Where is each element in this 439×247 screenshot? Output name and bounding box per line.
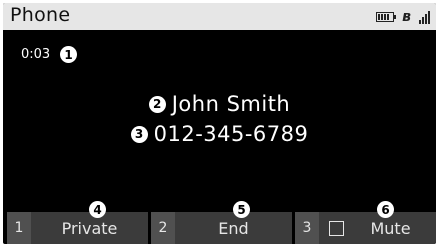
softkey-bar: 1 Private 2 End 3 Mute xyxy=(3,212,436,244)
private-button[interactable]: 1 Private xyxy=(7,212,148,244)
mute-label: Mute xyxy=(370,218,411,238)
bluetooth-icon: ʙ xyxy=(402,9,411,25)
signal-icon xyxy=(419,10,430,24)
callout-4: 4 xyxy=(89,201,106,218)
callout-2: 2 xyxy=(148,95,166,113)
caller-name: John Smith xyxy=(171,92,291,116)
end-label: End xyxy=(218,218,249,238)
callout-5: 5 xyxy=(233,201,250,218)
softkey-number: 2 xyxy=(151,212,175,244)
mute-button[interactable]: 3 Mute xyxy=(295,212,436,244)
header-bar: Phone ʙ xyxy=(3,3,436,30)
callout-3: 3 xyxy=(130,125,148,143)
battery-icon xyxy=(376,12,397,22)
call-duration: 0:03 xyxy=(21,47,51,62)
softkey-number: 1 xyxy=(7,212,31,244)
page-title: Phone xyxy=(10,4,71,26)
mute-checkbox[interactable] xyxy=(329,221,344,236)
softkey-number: 3 xyxy=(295,212,319,244)
callout-6: 6 xyxy=(377,201,394,218)
caller-number: 012-345-6789 xyxy=(153,122,309,146)
status-area: ʙ xyxy=(376,8,430,26)
end-call-button[interactable]: 2 End xyxy=(151,212,292,244)
caller-name-row: 2 John Smith xyxy=(3,92,436,116)
private-label: Private xyxy=(61,218,118,238)
phone-screen: Phone ʙ 0:03 1 2 John Smith 3 012-345-67… xyxy=(3,3,436,244)
caller-number-row: 3 012-345-6789 xyxy=(3,122,436,146)
callout-1: 1 xyxy=(60,46,77,63)
